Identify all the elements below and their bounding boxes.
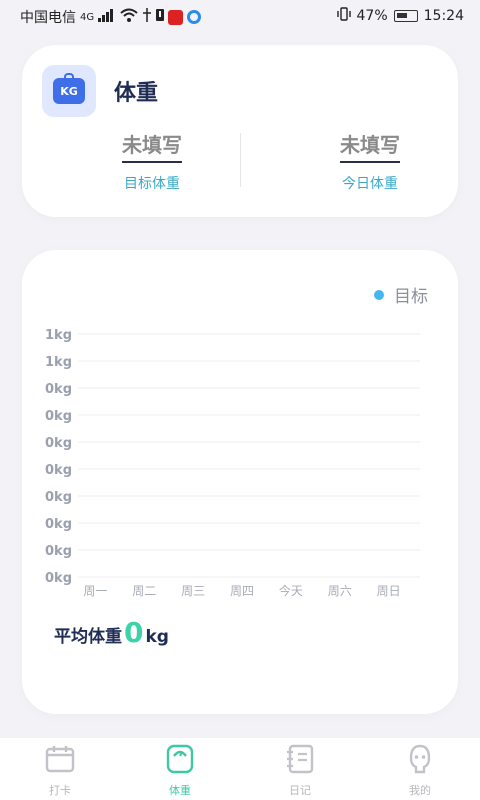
x-tick-label: 周二	[132, 584, 156, 598]
x-tick-label: 周四	[230, 584, 254, 598]
average-weight-unit: kg	[145, 627, 169, 647]
average-weight-label: 平均体重	[54, 627, 122, 647]
y-tick-label: 0kg	[45, 517, 72, 532]
status-right: 47% 15:24	[336, 7, 464, 25]
battery-icon	[393, 10, 418, 22]
kg-scale-icon: KG	[42, 65, 96, 117]
network-type: 4G	[80, 11, 95, 23]
x-tick-label: 周一	[83, 584, 107, 598]
x-tick-label: 周三	[181, 584, 205, 598]
weight-summary-card: KG 体重 未填写 目标体重 未填写 今日体重	[22, 45, 458, 217]
profile-icon	[405, 744, 435, 774]
signal-icon	[98, 8, 116, 26]
wifi-icon	[120, 8, 138, 26]
nav-label-profile: 我的	[409, 784, 431, 797]
usb-icon	[142, 8, 152, 26]
status-left: 中国电信 4G	[20, 7, 202, 27]
nav-item-checkin[interactable]: 打卡	[0, 744, 120, 798]
target-weight-label: 目标体重	[124, 176, 180, 192]
nav-item-profile[interactable]: 我的	[360, 744, 480, 798]
clock: 15:24	[423, 8, 464, 24]
status-bar: 中国电信 4G 47% 15:24	[0, 0, 480, 32]
nav-label-checkin: 打卡	[49, 784, 71, 797]
battery-percent: 47%	[356, 8, 388, 24]
today-weight-value[interactable]: 未填写	[340, 129, 400, 163]
notebook-icon	[285, 744, 315, 774]
nav-item-diary[interactable]: 日记	[240, 744, 360, 798]
calendar-icon	[45, 744, 75, 774]
nav-item-weight[interactable]: 体重	[120, 744, 240, 798]
average-weight-value: 0	[124, 616, 144, 649]
y-tick-label: 0kg	[45, 490, 72, 505]
browser-notification-icon	[187, 10, 202, 24]
x-tick-label: 周六	[328, 584, 352, 598]
target-weight-stat[interactable]: 未填写 目标体重	[62, 129, 242, 193]
weight-chart-card: 目标 1kg 1kg 0kg 0kg 0kg 0kg 0kg 0kg 0kg 0kg 周一 周二 周三周…	[22, 250, 458, 714]
bottom-nav: 打卡 体重 日记 我的	[0, 738, 480, 800]
app-notification-icon	[168, 9, 184, 25]
carrier-name: 中国电信	[20, 10, 76, 26]
y-tick-label: 0kg	[45, 436, 72, 451]
x-tick-label: 今天	[279, 583, 303, 598]
y-tick-label: 0kg	[45, 463, 72, 478]
weight-chart: 1kg 1kg 0kg 0kg 0kg 0kg 0kg 0kg 0kg 0kg 周一 周二 周三 周四 今天…	[45, 328, 420, 598]
average-weight: 平均体重 0 kg	[54, 616, 169, 649]
y-tick-label: 0kg	[45, 544, 72, 559]
x-tick-label: 周日	[377, 584, 401, 598]
scale-icon	[165, 744, 195, 774]
nav-label-weight: 体重	[169, 784, 191, 797]
nav-label-diary: 日记	[289, 784, 311, 797]
y-tick-label: 1kg	[45, 355, 72, 370]
y-tick-label: 0kg	[45, 409, 72, 424]
target-weight-value[interactable]: 未填写	[122, 129, 182, 163]
y-tick-label: 1kg	[45, 328, 72, 343]
alert-icon	[156, 8, 165, 26]
divider	[240, 133, 241, 187]
kg-icon-text: KG	[53, 78, 85, 104]
card-title: 体重	[114, 81, 159, 106]
vibrate-icon	[336, 7, 351, 25]
today-weight-label: 今日体重	[342, 176, 398, 192]
today-weight-stat[interactable]: 未填写 今日体重	[280, 129, 460, 193]
y-tick-label: 0kg	[45, 571, 72, 586]
y-tick-label: 0kg	[45, 382, 72, 397]
